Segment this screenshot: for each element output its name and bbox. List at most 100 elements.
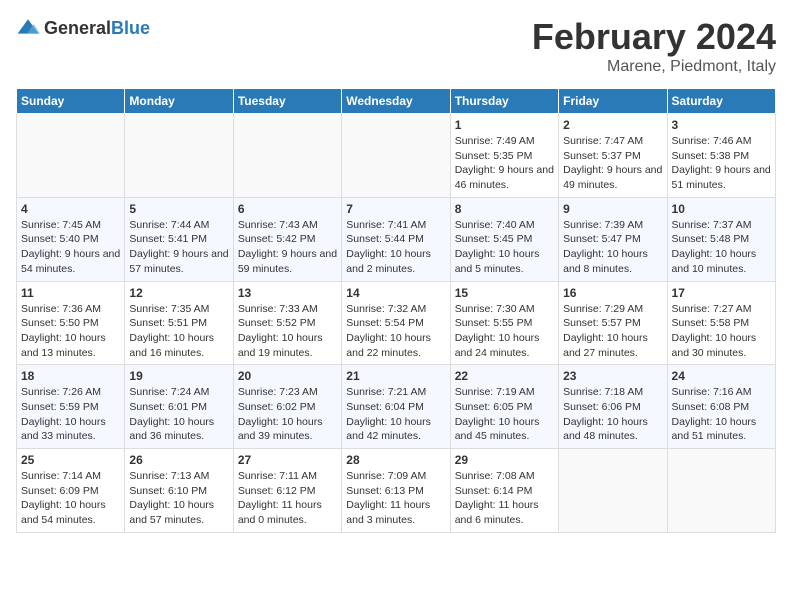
day-number: 11 <box>21 286 120 300</box>
calendar-body: 1Sunrise: 7:49 AMSunset: 5:35 PMDaylight… <box>17 114 776 533</box>
day-cell: 3Sunrise: 7:46 AMSunset: 5:38 PMDaylight… <box>667 114 775 198</box>
weekday-header-saturday: Saturday <box>667 89 775 114</box>
day-info: Sunrise: 7:26 AMSunset: 5:59 PMDaylight:… <box>21 385 120 444</box>
day-cell: 24 Sunrise: 7:16 AMSunset: 6:08 PMDayligh… <box>667 365 775 449</box>
day-cell: 19 Sunrise: 7:24 AMSunset: 6:01 PMDayligh… <box>125 365 233 449</box>
week-row-5: 25 Sunrise: 7:14 AMSunset: 6:09 PMDayligh… <box>17 449 776 533</box>
day-cell <box>125 114 233 198</box>
calendar-title: February 2024 <box>532 16 776 58</box>
day-number: 20 <box>238 369 337 383</box>
day-cell <box>233 114 341 198</box>
day-info: Sunrise: 7:46 AMSunset: 5:38 PMDaylight:… <box>672 134 771 193</box>
day-number: 18 <box>21 369 120 383</box>
day-info: Sunrise: 7:19 AMSunset: 6:05 PMDaylight:… <box>455 385 554 444</box>
day-info: Sunrise: 7:44 AMSunset: 5:41 PMDaylight:… <box>129 218 228 277</box>
day-cell: 27 Sunrise: 7:11 AMSunset: 6:12 PMDayligh… <box>233 449 341 533</box>
weekday-header-sunday: Sunday <box>17 89 125 114</box>
calendar-header: SundayMondayTuesdayWednesdayThursdayFrid… <box>17 89 776 114</box>
day-info: Sunrise: 7:24 AMSunset: 6:01 PMDaylight:… <box>129 385 228 444</box>
weekday-row: SundayMondayTuesdayWednesdayThursdayFrid… <box>17 89 776 114</box>
title-area: February 2024 Marene, Piedmont, Italy <box>532 16 776 76</box>
day-info: Sunrise: 7:29 AMSunset: 5:57 PMDaylight:… <box>563 302 662 361</box>
day-number: 8 <box>455 202 554 216</box>
day-info: Sunrise: 7:36 AMSunset: 5:50 PMDaylight:… <box>21 302 120 361</box>
day-info: Sunrise: 7:23 AMSunset: 6:02 PMDaylight:… <box>238 385 337 444</box>
day-number: 14 <box>346 286 445 300</box>
weekday-header-tuesday: Tuesday <box>233 89 341 114</box>
day-number: 21 <box>346 369 445 383</box>
day-info: Sunrise: 7:40 AMSunset: 5:45 PMDaylight:… <box>455 218 554 277</box>
day-cell: 12Sunrise: 7:35 AMSunset: 5:51 PMDayligh… <box>125 281 233 365</box>
day-cell: 26Sunrise: 7:13 AMSunset: 6:10 PMDayligh… <box>125 449 233 533</box>
day-info: Sunrise: 7:32 AMSunset: 5:54 PMDaylight:… <box>346 302 445 361</box>
logo-text: GeneralBlue <box>44 18 150 39</box>
header: GeneralBlue February 2024 Marene, Piedmo… <box>16 16 776 76</box>
day-cell: 8 Sunrise: 7:40 AMSunset: 5:45 PMDaylight… <box>450 197 558 281</box>
week-row-1: 1Sunrise: 7:49 AMSunset: 5:35 PMDaylight… <box>17 114 776 198</box>
day-cell <box>17 114 125 198</box>
day-cell: 15 Sunrise: 7:30 AMSunset: 5:55 PMDayligh… <box>450 281 558 365</box>
day-number: 1 <box>455 118 554 132</box>
day-info: Sunrise: 7:16 AMSunset: 6:08 PMDaylight:… <box>672 385 771 444</box>
day-number: 2 <box>563 118 662 132</box>
day-info: Sunrise: 7:37 AMSunset: 5:48 PMDaylight:… <box>672 218 771 277</box>
weekday-header-friday: Friday <box>559 89 667 114</box>
day-info: Sunrise: 7:45 AMSunset: 5:40 PMDaylight:… <box>21 218 120 277</box>
calendar-table: SundayMondayTuesdayWednesdayThursdayFrid… <box>16 88 776 533</box>
day-cell: 23 Sunrise: 7:18 AMSunset: 6:06 PMDayligh… <box>559 365 667 449</box>
day-cell: 29Sunrise: 7:08 AMSunset: 6:14 PMDayligh… <box>450 449 558 533</box>
day-number: 15 <box>455 286 554 300</box>
weekday-header-monday: Monday <box>125 89 233 114</box>
day-info: Sunrise: 7:18 AMSunset: 6:06 PMDaylight:… <box>563 385 662 444</box>
day-number: 6 <box>238 202 337 216</box>
day-cell: 9 Sunrise: 7:39 AMSunset: 5:47 PMDaylight… <box>559 197 667 281</box>
day-info: Sunrise: 7:14 AMSunset: 6:09 PMDaylight:… <box>21 469 120 528</box>
day-number: 24 <box>672 369 771 383</box>
day-number: 17 <box>672 286 771 300</box>
day-cell: 22Sunrise: 7:19 AMSunset: 6:05 PMDayligh… <box>450 365 558 449</box>
day-number: 27 <box>238 453 337 467</box>
calendar-subtitle: Marene, Piedmont, Italy <box>532 58 776 76</box>
logo-icon <box>16 16 40 40</box>
day-number: 13 <box>238 286 337 300</box>
day-cell: 13 Sunrise: 7:33 AMSunset: 5:52 PMDayligh… <box>233 281 341 365</box>
day-number: 19 <box>129 369 228 383</box>
day-number: 7 <box>346 202 445 216</box>
day-cell: 10 Sunrise: 7:37 AMSunset: 5:48 PMDayligh… <box>667 197 775 281</box>
day-info: Sunrise: 7:08 AMSunset: 6:14 PMDaylight:… <box>455 469 554 528</box>
day-number: 23 <box>563 369 662 383</box>
day-number: 4 <box>21 202 120 216</box>
day-info: Sunrise: 7:11 AMSunset: 6:12 PMDaylight:… <box>238 469 337 528</box>
day-info: Sunrise: 7:39 AMSunset: 5:47 PMDaylight:… <box>563 218 662 277</box>
week-row-4: 18 Sunrise: 7:26 AMSunset: 5:59 PMDayligh… <box>17 365 776 449</box>
day-cell: 5 Sunrise: 7:44 AMSunset: 5:41 PMDaylight… <box>125 197 233 281</box>
day-info: Sunrise: 7:09 AMSunset: 6:13 PMDaylight:… <box>346 469 445 528</box>
day-number: 10 <box>672 202 771 216</box>
day-info: Sunrise: 7:13 AMSunset: 6:10 PMDaylight:… <box>129 469 228 528</box>
day-cell: 25 Sunrise: 7:14 AMSunset: 6:09 PMDayligh… <box>17 449 125 533</box>
day-cell: 16Sunrise: 7:29 AMSunset: 5:57 PMDayligh… <box>559 281 667 365</box>
logo-general: General <box>44 18 111 38</box>
day-cell <box>342 114 450 198</box>
day-info: Sunrise: 7:21 AMSunset: 6:04 PMDaylight:… <box>346 385 445 444</box>
day-number: 25 <box>21 453 120 467</box>
day-number: 5 <box>129 202 228 216</box>
day-cell: 1Sunrise: 7:49 AMSunset: 5:35 PMDaylight… <box>450 114 558 198</box>
day-info: Sunrise: 7:43 AMSunset: 5:42 PMDaylight:… <box>238 218 337 277</box>
day-number: 12 <box>129 286 228 300</box>
day-cell: 4 Sunrise: 7:45 AMSunset: 5:40 PMDaylight… <box>17 197 125 281</box>
day-number: 9 <box>563 202 662 216</box>
day-cell <box>667 449 775 533</box>
day-cell: 2 Sunrise: 7:47 AMSunset: 5:37 PMDaylight… <box>559 114 667 198</box>
day-cell: 6 Sunrise: 7:43 AMSunset: 5:42 PMDaylight… <box>233 197 341 281</box>
logo: GeneralBlue <box>16 16 150 40</box>
week-row-3: 11 Sunrise: 7:36 AMSunset: 5:50 PMDayligh… <box>17 281 776 365</box>
day-cell: 28Sunrise: 7:09 AMSunset: 6:13 PMDayligh… <box>342 449 450 533</box>
day-cell: 14 Sunrise: 7:32 AMSunset: 5:54 PMDayligh… <box>342 281 450 365</box>
day-cell: 7 Sunrise: 7:41 AMSunset: 5:44 PMDaylight… <box>342 197 450 281</box>
day-info: Sunrise: 7:30 AMSunset: 5:55 PMDaylight:… <box>455 302 554 361</box>
day-info: Sunrise: 7:47 AMSunset: 5:37 PMDaylight:… <box>563 134 662 193</box>
day-info: Sunrise: 7:33 AMSunset: 5:52 PMDaylight:… <box>238 302 337 361</box>
day-info: Sunrise: 7:27 AMSunset: 5:58 PMDaylight:… <box>672 302 771 361</box>
day-info: Sunrise: 7:41 AMSunset: 5:44 PMDaylight:… <box>346 218 445 277</box>
